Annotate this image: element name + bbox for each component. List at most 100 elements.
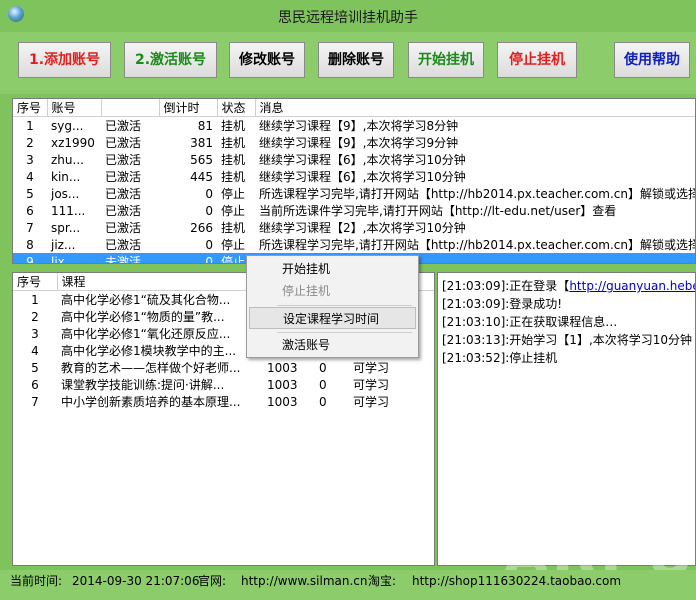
col-header-no[interactable]: 序号 bbox=[13, 273, 58, 291]
row-account: lix... bbox=[47, 253, 101, 263]
table-row[interactable]: 5 jos... 已激活 0 停止 所选课程学习完毕,请打开网站【http://hb201… bbox=[13, 185, 696, 202]
course-name: 教育的艺术——怎样做个好老师... bbox=[61, 361, 241, 375]
log-line: [21:03:10]:正在获取课程信息… bbox=[438, 313, 695, 331]
col-header-course[interactable]: 课程 bbox=[57, 273, 264, 291]
row-countdown: 0 bbox=[205, 237, 213, 252]
row-countdown: 0 bbox=[205, 186, 213, 201]
menu-separator bbox=[277, 332, 412, 333]
status-bar: 当前时间: 2014-09-30 21:07:06 官网: http://www… bbox=[0, 570, 696, 600]
row-countdown: 381 bbox=[190, 135, 213, 150]
title-bar: 思民远程培训挂机助手 bbox=[0, 0, 696, 32]
course-no: 6 bbox=[31, 377, 39, 392]
add-account-button[interactable]: 1.添加账号 bbox=[18, 42, 111, 78]
row-activation: 已激活 bbox=[105, 153, 142, 167]
log-time: [21:03:09] bbox=[442, 297, 506, 311]
log-line: [21:03:09]:正在登录【http://guanyuan.hebei2 bbox=[438, 277, 695, 295]
course-no: 5 bbox=[31, 360, 39, 375]
row-countdown: 445 bbox=[190, 169, 213, 184]
log-line: [21:03:09]:登录成功! bbox=[438, 295, 695, 313]
row-no: 8 bbox=[26, 237, 34, 252]
log-link[interactable]: http://guanyuan.hebei2 bbox=[569, 279, 695, 293]
row-activation: 已激活 bbox=[105, 136, 142, 150]
edit-account-button[interactable]: 修改账号 bbox=[229, 42, 305, 78]
row-message: 所选课程学习完毕,请打开网站【http://hb2014.px.teacher.… bbox=[259, 187, 696, 201]
status-time: 2014-09-30 21:07:06 bbox=[72, 574, 200, 588]
course-no: 4 bbox=[31, 343, 39, 358]
col-header-message[interactable]: 消息 bbox=[255, 99, 695, 117]
row-countdown: 565 bbox=[190, 152, 213, 167]
row-countdown: 0 bbox=[159, 253, 217, 263]
delete-account-button[interactable]: 删除账号 bbox=[318, 42, 394, 78]
activate-account-button[interactable]: 2.激活账号 bbox=[124, 42, 217, 78]
row-state: 停止 bbox=[221, 204, 246, 218]
row-message: 继续学习课程【9】,本次将学习8分钟 bbox=[259, 119, 459, 133]
course-no: 7 bbox=[31, 394, 39, 409]
account-list[interactable]: 序号 账号 倒计时 状态 消息 1 syg... 已激活 81 挂机 继续学习课程【9】,… bbox=[12, 98, 696, 264]
status-site-link[interactable]: http://www.silman.cn bbox=[241, 570, 368, 592]
table-row[interactable]: 4 kin... 已激活 445 挂机 继续学习课程【6】,本次将学习10分钟 bbox=[13, 168, 695, 185]
course-code: 1003 bbox=[267, 377, 298, 392]
row-activation: 未激活 bbox=[101, 253, 159, 263]
status-time-label: 当前时间: bbox=[10, 574, 63, 588]
stop-hosting-button[interactable]: 停止挂机 bbox=[497, 42, 577, 78]
table-row[interactable]: 8 jiz... 已激活 0 停止 所选课程学习完毕,请打开网站【http://hb201… bbox=[13, 236, 696, 253]
col-header-no[interactable]: 序号 bbox=[13, 99, 48, 117]
menu-separator bbox=[277, 305, 412, 306]
course-code: 1003 bbox=[267, 394, 298, 409]
row-state: 挂机 bbox=[221, 170, 246, 184]
col-header-state[interactable]: 状态 bbox=[217, 99, 256, 117]
course-count: 0 bbox=[319, 394, 327, 409]
log-text: :正在登录【 bbox=[505, 279, 570, 293]
col-header-account[interactable]: 账号 bbox=[47, 99, 102, 117]
row-no: 2 bbox=[26, 135, 34, 150]
start-hosting-button[interactable]: 开始挂机 bbox=[408, 42, 484, 78]
table-row[interactable]: 6 111... 已激活 0 停止 当前所选课件学习完毕,请打开网站【http://lt-… bbox=[13, 202, 695, 219]
row-account: jiz... bbox=[51, 237, 76, 252]
status-site-label: 官网: bbox=[198, 574, 227, 588]
row-no: 6 bbox=[26, 203, 34, 218]
course-name: 高中化学必修1“物质的量”教... bbox=[61, 310, 225, 324]
course-code: 1003 bbox=[267, 360, 298, 375]
menu-item-activate-account[interactable]: 激活账号 bbox=[249, 334, 416, 356]
row-message: 所选课程学习完毕,请打开网站【http://hb2014.px.teacher.… bbox=[259, 238, 696, 252]
course-status: 可学习 bbox=[353, 361, 390, 375]
row-activation: 已激活 bbox=[105, 204, 142, 218]
list-item[interactable]: 7 中小学创新素质培养的基本原理... 1003 0 可学习 bbox=[13, 393, 434, 410]
table-row[interactable]: 7 spr... 已激活 266 挂机 继续学习课程【2】,本次将学习10分钟 bbox=[13, 219, 695, 236]
table-row[interactable]: 1 syg... 已激活 81 挂机 继续学习课程【9】,本次将学习8分钟 bbox=[13, 117, 695, 135]
status-shop-label: 淘宝: bbox=[368, 574, 397, 588]
status-shop-link[interactable]: http://shop111630224.taobao.com bbox=[412, 570, 621, 592]
course-name: 高中化学必修1“硫及其化合物... bbox=[61, 293, 231, 307]
row-state: 挂机 bbox=[221, 136, 246, 150]
course-status: 可学习 bbox=[353, 378, 390, 392]
menu-item-start-hosting[interactable]: 开始挂机 bbox=[249, 258, 416, 280]
row-state: 挂机 bbox=[221, 153, 246, 167]
row-activation: 已激活 bbox=[105, 119, 142, 133]
course-name: 课堂教学技能训练:提问·讲解... bbox=[61, 378, 225, 392]
menu-item-stop-hosting[interactable]: 停止挂机 bbox=[249, 280, 416, 302]
table-row[interactable]: 3 zhu... 已激活 565 挂机 继续学习课程【6】,本次将学习10分钟 bbox=[13, 151, 695, 168]
course-name: 中小学创新素质培养的基本原理... bbox=[61, 395, 241, 409]
col-header-activation[interactable] bbox=[101, 99, 160, 117]
course-no: 1 bbox=[31, 292, 39, 307]
list-item[interactable]: 5 教育的艺术——怎样做个好老师... 1003 0 可学习 bbox=[13, 359, 434, 376]
log-line: [21:03:52]:停止挂机 bbox=[438, 349, 695, 367]
table-row[interactable]: 2 xz1990 已激活 381 挂机 继续学习课程【9】,本次将学习9分钟 bbox=[13, 134, 695, 151]
row-account: kin... bbox=[51, 169, 81, 184]
log-time: [21:03:13] bbox=[442, 333, 506, 347]
course-name: 高中化学必修1“氧化还原反应... bbox=[61, 327, 231, 341]
log-text: :正在获取课程信息… bbox=[505, 315, 618, 329]
course-name: 高中化学必修1模块教学中的主... bbox=[61, 344, 237, 358]
row-message: 继续学习课程【2】,本次将学习10分钟 bbox=[259, 221, 466, 235]
row-countdown: 81 bbox=[197, 118, 213, 133]
row-account: spr... bbox=[51, 220, 81, 235]
col-header-countdown[interactable]: 倒计时 bbox=[159, 99, 218, 117]
toolbar: 1.添加账号 2.激活账号 修改账号 删除账号 开始挂机 停止挂机 使用帮助 bbox=[0, 32, 696, 94]
list-item[interactable]: 6 课堂教学技能训练:提问·讲解... 1003 0 可学习 bbox=[13, 376, 434, 393]
account-table: 序号 账号 倒计时 状态 消息 1 syg... 已激活 81 挂机 继续学习课程【9】,… bbox=[13, 99, 696, 263]
help-button[interactable]: 使用帮助 bbox=[614, 42, 690, 78]
course-no: 2 bbox=[31, 309, 39, 324]
row-message: 继续学习课程【6】,本次将学习10分钟 bbox=[259, 170, 466, 184]
log-text: :开始学习【1】,本次将学习10分钟 bbox=[505, 333, 693, 347]
menu-item-set-study-time[interactable]: 设定课程学习时间 bbox=[249, 307, 416, 329]
